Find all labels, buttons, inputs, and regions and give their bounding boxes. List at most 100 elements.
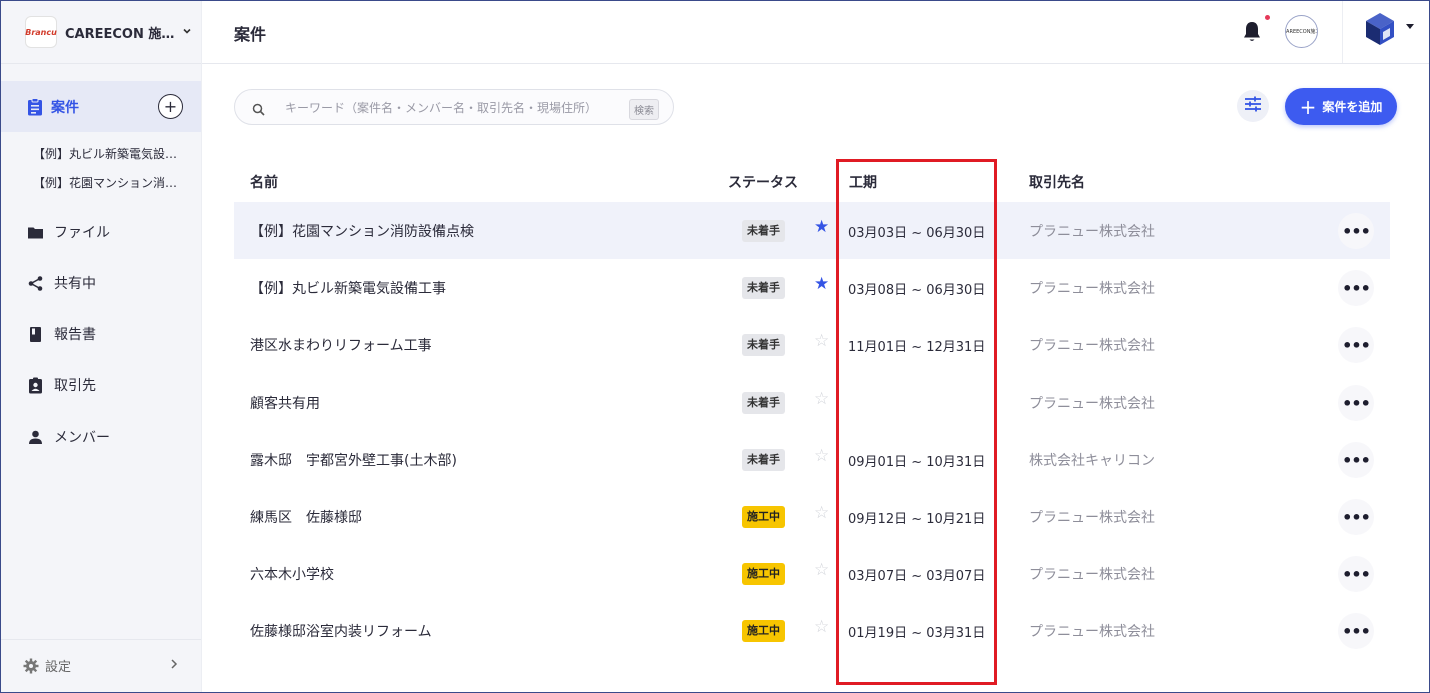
sidebar-item-clients[interactable]: 取引先	[27, 375, 96, 395]
project-name[interactable]: 六本木小学校	[250, 564, 334, 584]
more-options-button[interactable]: •••	[1338, 556, 1374, 592]
status-badge: 施工中	[742, 506, 785, 528]
table-row[interactable]: 顧客共有用 未着手 ☆ プラニュー株式会社 •••	[234, 374, 1390, 431]
column-header-status[interactable]: ステータス	[728, 172, 798, 192]
more-options-button[interactable]: •••	[1338, 213, 1374, 249]
more-options-button[interactable]: •••	[1338, 499, 1374, 535]
table-row[interactable]: 【例】花園マンション消防設備点検 未着手 ★ 03月03日 ~ 06月30日 プラニュー…	[234, 202, 1390, 259]
top-header: 案件 CAREECON施工	[202, 1, 1429, 64]
project-period: 03月07日 ~ 03月07日	[848, 569, 986, 584]
client-name: プラニュー株式会社	[1029, 624, 1155, 640]
more-horizontal-icon: •••	[1342, 278, 1371, 298]
contact-badge-icon	[27, 377, 44, 394]
table-row[interactable]: 佐藤様邸浴室内装リフォーム 施工中 ☆ 01月19日 ~ 03月31日 プラニュー株式会…	[234, 602, 1390, 659]
org-logo: Brancu	[25, 16, 57, 48]
star-outline-icon[interactable]: ☆	[814, 619, 829, 636]
project-name[interactable]: 練馬区 佐藤様邸	[250, 507, 362, 527]
more-horizontal-icon: •••	[1342, 221, 1371, 241]
add-project-icon[interactable]: +	[158, 94, 183, 119]
project-name[interactable]: 露木邸 宇都宮外壁工事(土木部)	[250, 450, 457, 470]
bell-icon[interactable]	[1241, 20, 1263, 44]
table-row[interactable]: 六本木小学校 施工中 ☆ 03月07日 ~ 03月07日 プラニュー株式会社 •••	[234, 545, 1390, 602]
search-placeholder: キーワード（案件名・メンバー名・取引先名・現場住所）	[285, 100, 598, 115]
project-name[interactable]: 顧客共有用	[250, 393, 320, 413]
org-name: CAREECON 施…	[65, 26, 175, 42]
status-badge: 施工中	[742, 620, 785, 642]
more-horizontal-icon: •••	[1342, 450, 1371, 470]
table-row[interactable]: 練馬区 佐藤様邸 施工中 ☆ 09月12日 ~ 10月21日 プラニュー株式会社 •••	[234, 488, 1390, 545]
book-icon	[27, 326, 44, 343]
more-options-button[interactable]: •••	[1338, 385, 1374, 421]
search-input[interactable]: キーワード（案件名・メンバー名・取引先名・現場住所） 検索	[234, 89, 674, 125]
table-row[interactable]: 【例】丸ビル新築電気設備工事 未着手 ★ 03月08日 ~ 06月30日 プラニュー株式…	[234, 259, 1390, 316]
settings-label: 設定	[45, 660, 72, 675]
person-icon	[27, 429, 44, 446]
sidebar-item-files[interactable]: ファイル	[27, 222, 110, 242]
client-name: プラニュー株式会社	[1029, 338, 1155, 354]
sidebar-item-label: メンバー	[54, 430, 110, 446]
filter-button[interactable]	[1237, 90, 1269, 122]
sidebar-item-members[interactable]: メンバー	[27, 427, 110, 447]
sidebar-item-reports[interactable]: 報告書	[27, 324, 96, 344]
sidebar-item-label: 取引先	[54, 378, 96, 394]
star-outline-icon[interactable]: ☆	[814, 562, 829, 579]
status-badge: 未着手	[742, 449, 785, 471]
more-horizontal-icon: •••	[1342, 621, 1371, 641]
caret-down-icon[interactable]	[1405, 23, 1415, 34]
column-header-name[interactable]: 名前	[250, 172, 278, 192]
client-name: 株式会社キャリコン	[1029, 453, 1155, 469]
status-badge: 未着手	[742, 334, 785, 356]
add-project-label: 案件を追加	[1322, 100, 1383, 114]
gear-icon	[23, 658, 39, 674]
share-icon	[27, 275, 44, 292]
plus-icon: +	[1299, 94, 1317, 119]
table-row[interactable]: 港区水まわりリフォーム工事 未着手 ☆ 11月01日 ~ 12月31日 プラニュー株式会…	[234, 316, 1390, 373]
sidebar: Brancu CAREECON 施… 案件 + 【例】丸ビル新築電気設… 【例】…	[1, 1, 202, 692]
project-name[interactable]: 【例】花園マンション消防設備点検	[250, 221, 474, 241]
column-header-period[interactable]: 工期	[849, 172, 877, 192]
sidebar-item-shared[interactable]: 共有中	[27, 273, 96, 293]
chevron-down-icon	[182, 26, 192, 39]
project-period: 03月03日 ~ 06月30日	[848, 226, 986, 241]
project-period: 11月01日 ~ 12月31日	[848, 340, 986, 355]
more-options-button[interactable]: •••	[1338, 613, 1374, 649]
client-name: プラニュー株式会社	[1029, 224, 1155, 240]
star-filled-icon[interactable]: ★	[814, 276, 829, 293]
table-row[interactable]: 露木邸 宇都宮外壁工事(土木部) 未着手 ☆ 09月01日 ~ 10月31日 株式会社キ…	[234, 431, 1390, 488]
client-name: プラニュー株式会社	[1029, 510, 1155, 526]
more-options-button[interactable]: •••	[1338, 327, 1374, 363]
star-outline-icon[interactable]: ☆	[814, 391, 829, 408]
org-avatar[interactable]: CAREECON施工	[1285, 15, 1318, 48]
client-name: プラニュー株式会社	[1029, 396, 1155, 412]
user-avatar-cube-icon[interactable]	[1365, 12, 1395, 46]
more-options-button[interactable]: •••	[1338, 270, 1374, 306]
sidebar-divider	[1, 63, 201, 64]
project-period: 09月12日 ~ 10月21日	[848, 512, 986, 527]
settings-link[interactable]: 設定	[1, 639, 201, 691]
recent-project-link[interactable]: 【例】花園マンション消…	[33, 174, 177, 191]
more-horizontal-icon: •••	[1342, 564, 1371, 584]
header-divider	[1342, 1, 1343, 63]
star-filled-icon[interactable]: ★	[814, 219, 829, 236]
project-name[interactable]: 港区水まわりリフォーム工事	[250, 335, 432, 355]
more-options-button[interactable]: •••	[1338, 442, 1374, 478]
recent-project-link[interactable]: 【例】丸ビル新築電気設…	[33, 145, 177, 162]
column-header-client[interactable]: 取引先名	[1029, 172, 1085, 192]
sliders-icon	[1244, 96, 1262, 116]
project-name[interactable]: 【例】丸ビル新築電気設備工事	[250, 278, 446, 298]
add-project-button[interactable]: + 案件を追加	[1285, 88, 1397, 125]
sidebar-item-label: 案件	[51, 99, 79, 116]
project-name[interactable]: 佐藤様邸浴室内装リフォーム	[250, 621, 432, 641]
status-badge: 未着手	[742, 220, 785, 242]
page-title: 案件	[234, 25, 267, 44]
more-horizontal-icon: •••	[1342, 393, 1371, 413]
client-name: プラニュー株式会社	[1029, 281, 1155, 297]
star-outline-icon[interactable]: ☆	[814, 448, 829, 465]
star-outline-icon[interactable]: ☆	[814, 333, 829, 350]
org-switcher[interactable]: Brancu CAREECON 施…	[25, 15, 192, 49]
folder-icon	[27, 224, 44, 241]
project-period: 03月08日 ~ 06月30日	[848, 283, 986, 298]
star-outline-icon[interactable]: ☆	[814, 505, 829, 522]
project-period: 01月19日 ~ 03月31日	[848, 626, 986, 641]
status-badge: 未着手	[742, 392, 785, 414]
